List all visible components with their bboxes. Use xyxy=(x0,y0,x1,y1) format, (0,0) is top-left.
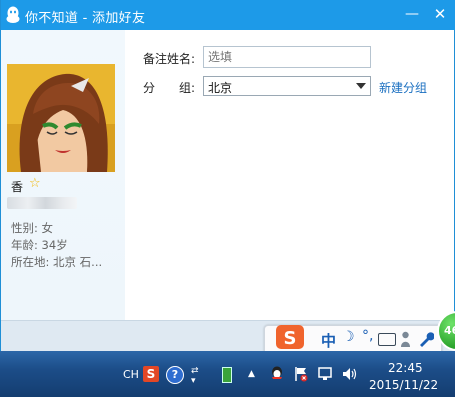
account-number-blurred xyxy=(7,197,77,209)
remark-name-input[interactable] xyxy=(203,46,371,68)
sogou-tray-icon[interactable]: S xyxy=(143,366,159,382)
network-icon[interactable] xyxy=(318,367,332,381)
qq-tray-icon[interactable] xyxy=(270,366,284,382)
remark-label: 备注姓名: xyxy=(143,52,196,66)
half-width-moon-icon[interactable]: ☽ xyxy=(342,329,355,345)
new-group-link[interactable]: 新建分组 xyxy=(379,79,427,96)
help-icon[interactable]: ? xyxy=(166,366,184,384)
location-info: 所在地: 北京 石... xyxy=(11,255,103,269)
star-icon: ☆ xyxy=(29,176,41,191)
add-friend-window: 你不知道 - 添加好友 — ✕ 香 ☆ 性别: 女 年龄: 34岁 所在地: 北… xyxy=(0,0,455,352)
show-hidden-icons-icon[interactable]: ▲ xyxy=(248,369,255,379)
dropdown-arrow-icon[interactable] xyxy=(356,83,366,89)
user-icon[interactable] xyxy=(401,331,410,347)
soft-keyboard-icon[interactable] xyxy=(378,333,396,346)
qq-penguin-icon xyxy=(6,6,20,23)
usb-device-icon[interactable] xyxy=(222,367,232,383)
svg-text:S: S xyxy=(284,328,297,349)
minimize-button[interactable]: — xyxy=(401,4,423,24)
age-info: 年龄: 34岁 xyxy=(11,238,68,252)
title-bar[interactable]: 你不知道 - 添加好友 — ✕ xyxy=(1,0,455,30)
ime-options-icon[interactable]: ⇄ ▾ xyxy=(191,366,199,386)
sogou-logo-icon[interactable]: S xyxy=(275,324,305,352)
wrench-settings-icon[interactable] xyxy=(418,331,434,347)
gender-info: 性别: 女 xyxy=(11,221,54,235)
window-title: 你不知道 - 添加好友 xyxy=(25,11,146,26)
avatar[interactable] xyxy=(7,64,115,172)
group-select[interactable]: 北京 xyxy=(203,76,371,96)
clock-time[interactable]: 22:45 xyxy=(388,361,423,375)
group-label-right: 组: xyxy=(179,81,196,95)
volume-icon[interactable] xyxy=(342,367,358,381)
language-indicator[interactable]: CH xyxy=(123,368,139,381)
badge-value: 46 xyxy=(444,324,455,337)
group-selected-value: 北京 xyxy=(208,81,233,95)
nickname: 香 xyxy=(11,180,24,194)
action-center-flag-icon[interactable] xyxy=(294,366,308,382)
clock-date[interactable]: 2015/11/22 xyxy=(369,378,438,392)
ime-chinese-mode[interactable]: 中 xyxy=(321,330,336,351)
punctuation-mode-icon[interactable]: °, xyxy=(362,328,373,344)
group-label-left: 分 xyxy=(143,81,156,95)
close-button[interactable]: ✕ xyxy=(429,4,451,24)
profile-sidebar: 香 ☆ 性别: 女 年龄: 34岁 所在地: 北京 石... xyxy=(1,30,125,320)
